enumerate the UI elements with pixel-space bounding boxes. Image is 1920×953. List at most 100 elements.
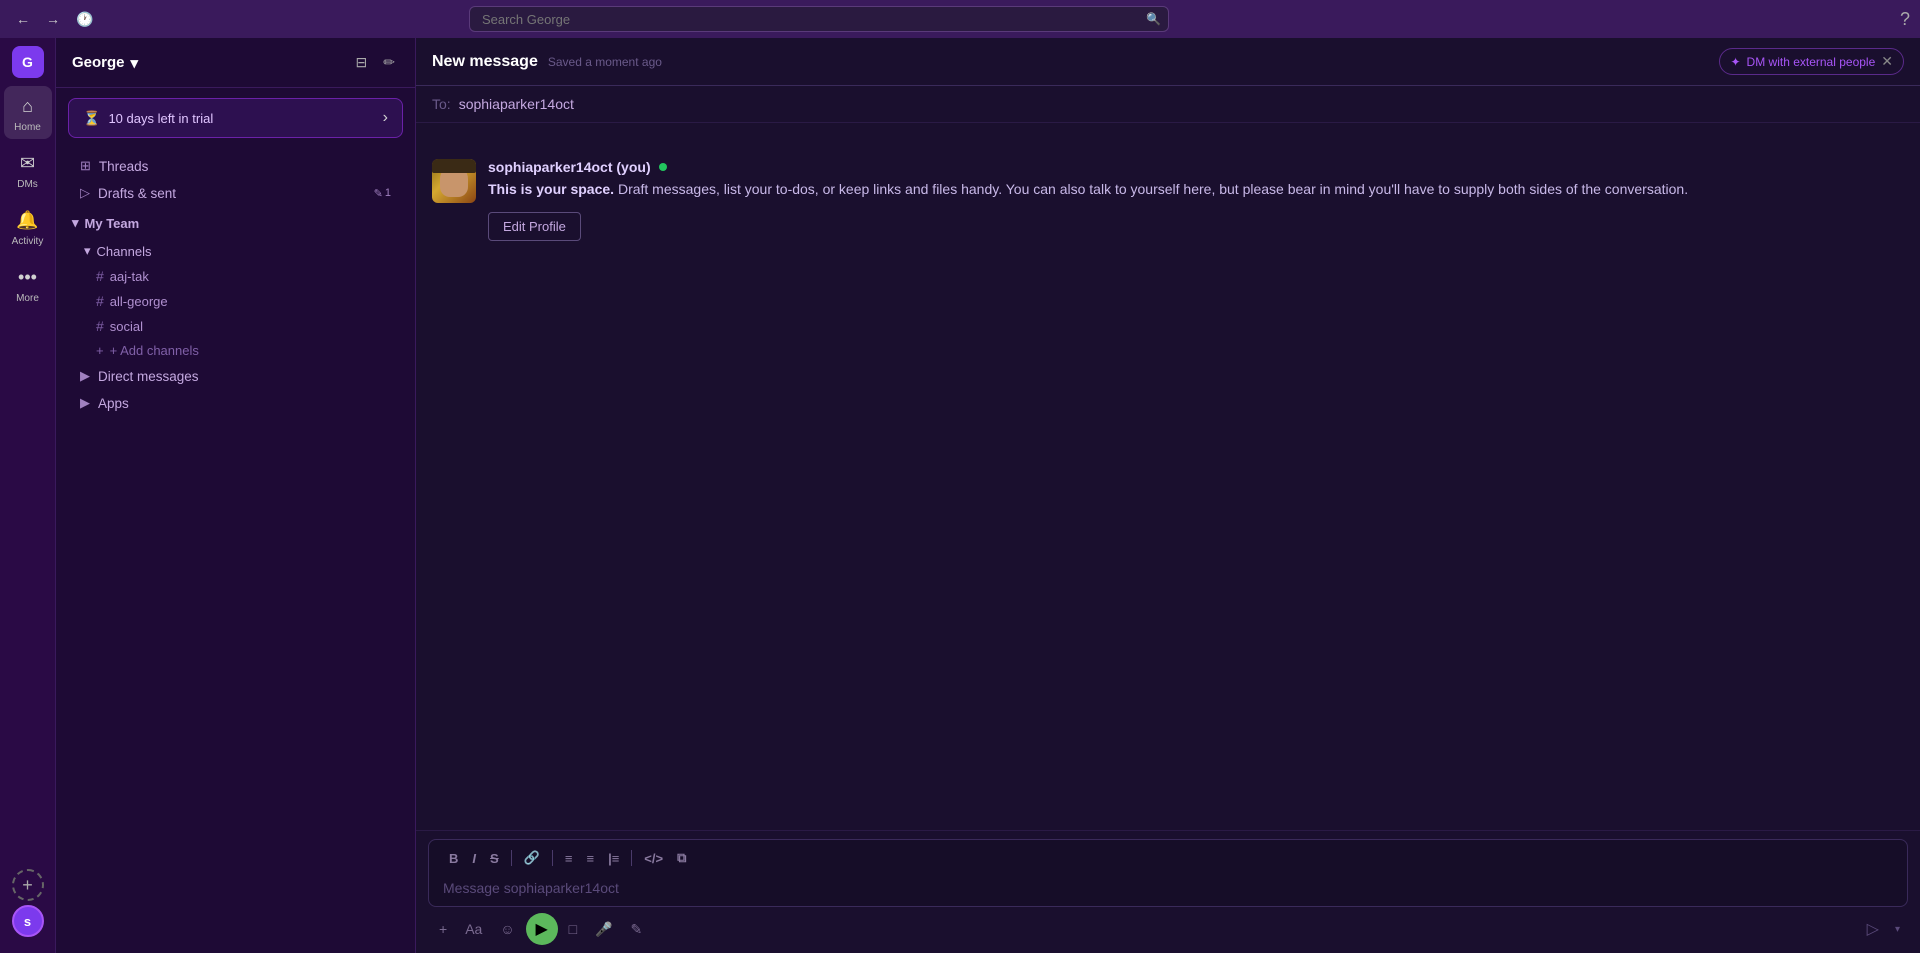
icon-sidebar: G ⌂ Home ✉ DMs 🔔 Activity ••• More + s bbox=[0, 38, 56, 953]
home-icon: ⌂ bbox=[14, 92, 42, 120]
bold-button[interactable]: B bbox=[443, 847, 464, 870]
sidebar-header: George ▾ ⊟ ✏ bbox=[56, 38, 415, 88]
add-workspace-button[interactable]: + bbox=[12, 869, 44, 901]
search-bar: 🔍 bbox=[469, 6, 1169, 32]
section-channels[interactable]: ▾ Channels bbox=[56, 235, 415, 263]
edit-profile-button[interactable]: Edit Profile bbox=[488, 212, 581, 241]
send-dropdown-button[interactable]: ▾ bbox=[1891, 920, 1904, 939]
icon-sidebar-bottom: + s bbox=[12, 869, 44, 945]
apps-label: Apps bbox=[98, 396, 129, 411]
threads-icon: ⊞ bbox=[80, 158, 91, 174]
compose-input[interactable] bbox=[439, 876, 1897, 900]
channel-name: all-george bbox=[110, 294, 168, 309]
more-icon: ••• bbox=[14, 263, 42, 291]
chevron-down-icon: ▾ bbox=[131, 54, 139, 72]
search-icon: 🔍 bbox=[1146, 12, 1161, 26]
channels-chevron-icon: ▾ bbox=[84, 243, 91, 259]
add-channels[interactable]: + + Add channels bbox=[64, 339, 407, 362]
activity-icon: 🔔 bbox=[14, 206, 42, 234]
toolbar-divider bbox=[631, 850, 632, 866]
voice-button[interactable]: 🎤 bbox=[588, 916, 619, 943]
channel-item-all-george[interactable]: # all-george bbox=[64, 289, 407, 313]
forward-button[interactable]: → bbox=[40, 7, 66, 31]
drafts-icon: ▷ bbox=[80, 185, 90, 201]
italic-button[interactable]: I bbox=[466, 847, 482, 870]
trial-chevron-icon: › bbox=[383, 109, 388, 127]
hourglass-icon: ⏳ bbox=[83, 110, 100, 127]
dm-external-button[interactable]: ✦ DM with external people ✕ bbox=[1719, 48, 1904, 75]
channels-label: Channels bbox=[97, 244, 152, 259]
dm-external-icon: ✦ bbox=[1730, 55, 1740, 69]
sidebar-item-activity[interactable]: 🔔 Activity bbox=[4, 200, 52, 253]
edit-icon: ✎ bbox=[374, 187, 383, 200]
emoji-button[interactable]: ☺ bbox=[493, 916, 521, 942]
drafts-badge: ✎ 1 bbox=[374, 187, 391, 200]
plus-icon: + bbox=[96, 343, 104, 358]
toolbar-divider bbox=[511, 850, 512, 866]
compose-bottom-toolbar: + Aa ☺ ▶ □ 🎤 ✎ ▷ ▾ bbox=[428, 913, 1908, 945]
code-block-button[interactable]: ⧉ bbox=[671, 846, 692, 870]
dms-icon: ✉ bbox=[14, 149, 42, 177]
shortcut-button[interactable]: ✎ bbox=[624, 916, 650, 943]
sidebar-nav: ⊞ Threads ▷ Drafts & sent ✎ 1 ▾ My Team bbox=[56, 148, 415, 953]
compose-input-wrapper: B I S 🔗 ≡ ≡ |≡ </> ⧉ bbox=[428, 839, 1908, 907]
ordered-list-button[interactable]: ≡ bbox=[559, 847, 579, 870]
sidebar-item-home[interactable]: ⌂ Home bbox=[4, 86, 52, 139]
text-format-button[interactable]: Aa bbox=[458, 916, 489, 942]
threads-label: Threads bbox=[99, 159, 149, 174]
more-label: More bbox=[16, 293, 39, 304]
section-my-team[interactable]: ▾ My Team bbox=[56, 207, 415, 235]
message-block: sophiaparker14oct (you) This is your spa… bbox=[432, 159, 1904, 241]
trial-banner[interactable]: ⏳ 10 days left in trial › bbox=[68, 98, 403, 138]
hash-icon: # bbox=[96, 293, 104, 309]
nav-item-apps[interactable]: ▶ Apps bbox=[64, 390, 407, 416]
trial-text: 10 days left in trial bbox=[108, 111, 213, 126]
workspace-name[interactable]: George ▾ bbox=[72, 54, 138, 72]
unordered-list-button[interactable]: ≡ bbox=[580, 847, 600, 870]
attach-plus-button[interactable]: + bbox=[432, 916, 454, 942]
channel-name: aaj-tak bbox=[110, 269, 149, 284]
code-button[interactable]: </> bbox=[638, 847, 669, 870]
message-body: Draft messages, list your to-dos, or kee… bbox=[614, 181, 1688, 197]
message-bold: This is your space. bbox=[488, 181, 614, 197]
add-channels-label: + Add channels bbox=[110, 343, 199, 358]
main-content: New message Saved a moment ago ✦ DM with… bbox=[416, 38, 1920, 953]
link-button[interactable]: 🔗 bbox=[518, 846, 546, 870]
files-button[interactable]: □ bbox=[562, 916, 584, 942]
compose-button[interactable]: ✏ bbox=[379, 50, 399, 75]
dm-external-label: DM with external people bbox=[1747, 55, 1876, 69]
to-value: sophiaparker14oct bbox=[459, 96, 574, 112]
message-area: sophiaparker14oct (you) This is your spa… bbox=[416, 123, 1920, 830]
channel-item-aaj-tak[interactable]: # aaj-tak bbox=[64, 264, 407, 288]
channel-item-social[interactable]: # social bbox=[64, 314, 407, 338]
trial-banner-left: ⏳ 10 days left in trial bbox=[83, 110, 213, 127]
message-header: New message Saved a moment ago ✦ DM with… bbox=[416, 38, 1920, 86]
to-label: To: bbox=[432, 96, 451, 112]
home-label: Home bbox=[14, 122, 41, 133]
help-icon[interactable]: ? bbox=[1900, 9, 1910, 30]
chevron-right-icon: ▶ bbox=[80, 368, 90, 384]
back-button[interactable]: ← bbox=[10, 7, 36, 31]
search-input[interactable] bbox=[469, 6, 1169, 32]
blockquote-button[interactable]: |≡ bbox=[602, 847, 625, 870]
sidebar-item-more[interactable]: ••• More bbox=[4, 257, 52, 310]
nav-item-direct-messages[interactable]: ▶ Direct messages bbox=[64, 363, 407, 389]
nav-item-drafts-sent[interactable]: ▷ Drafts & sent ✎ 1 bbox=[64, 180, 407, 206]
hash-icon: # bbox=[96, 318, 104, 334]
compose-area: B I S 🔗 ≡ ≡ |≡ </> ⧉ + Aa ☺ bbox=[416, 830, 1920, 953]
close-icon[interactable]: ✕ bbox=[1881, 53, 1893, 70]
channel-name: social bbox=[110, 319, 143, 334]
avatar bbox=[432, 159, 476, 203]
history-button[interactable]: 🕐 bbox=[70, 7, 99, 32]
cursor-action-button[interactable]: ▶ bbox=[526, 913, 558, 945]
user-avatar[interactable]: s bbox=[12, 905, 44, 937]
compose-toolbar: B I S 🔗 ≡ ≡ |≡ </> ⧉ bbox=[439, 846, 1897, 870]
strikethrough-button[interactable]: S bbox=[484, 847, 505, 870]
nav-item-threads[interactable]: ⊞ Threads bbox=[64, 153, 407, 179]
sidebar-item-dms[interactable]: ✉ DMs bbox=[4, 143, 52, 196]
workspace-icon[interactable]: G bbox=[12, 46, 44, 78]
sender-name: sophiaparker14oct (you) bbox=[488, 159, 651, 175]
filter-button[interactable]: ⊟ bbox=[352, 50, 372, 75]
dms-label: DMs bbox=[17, 179, 38, 190]
send-button[interactable]: ▷ bbox=[1859, 915, 1887, 943]
